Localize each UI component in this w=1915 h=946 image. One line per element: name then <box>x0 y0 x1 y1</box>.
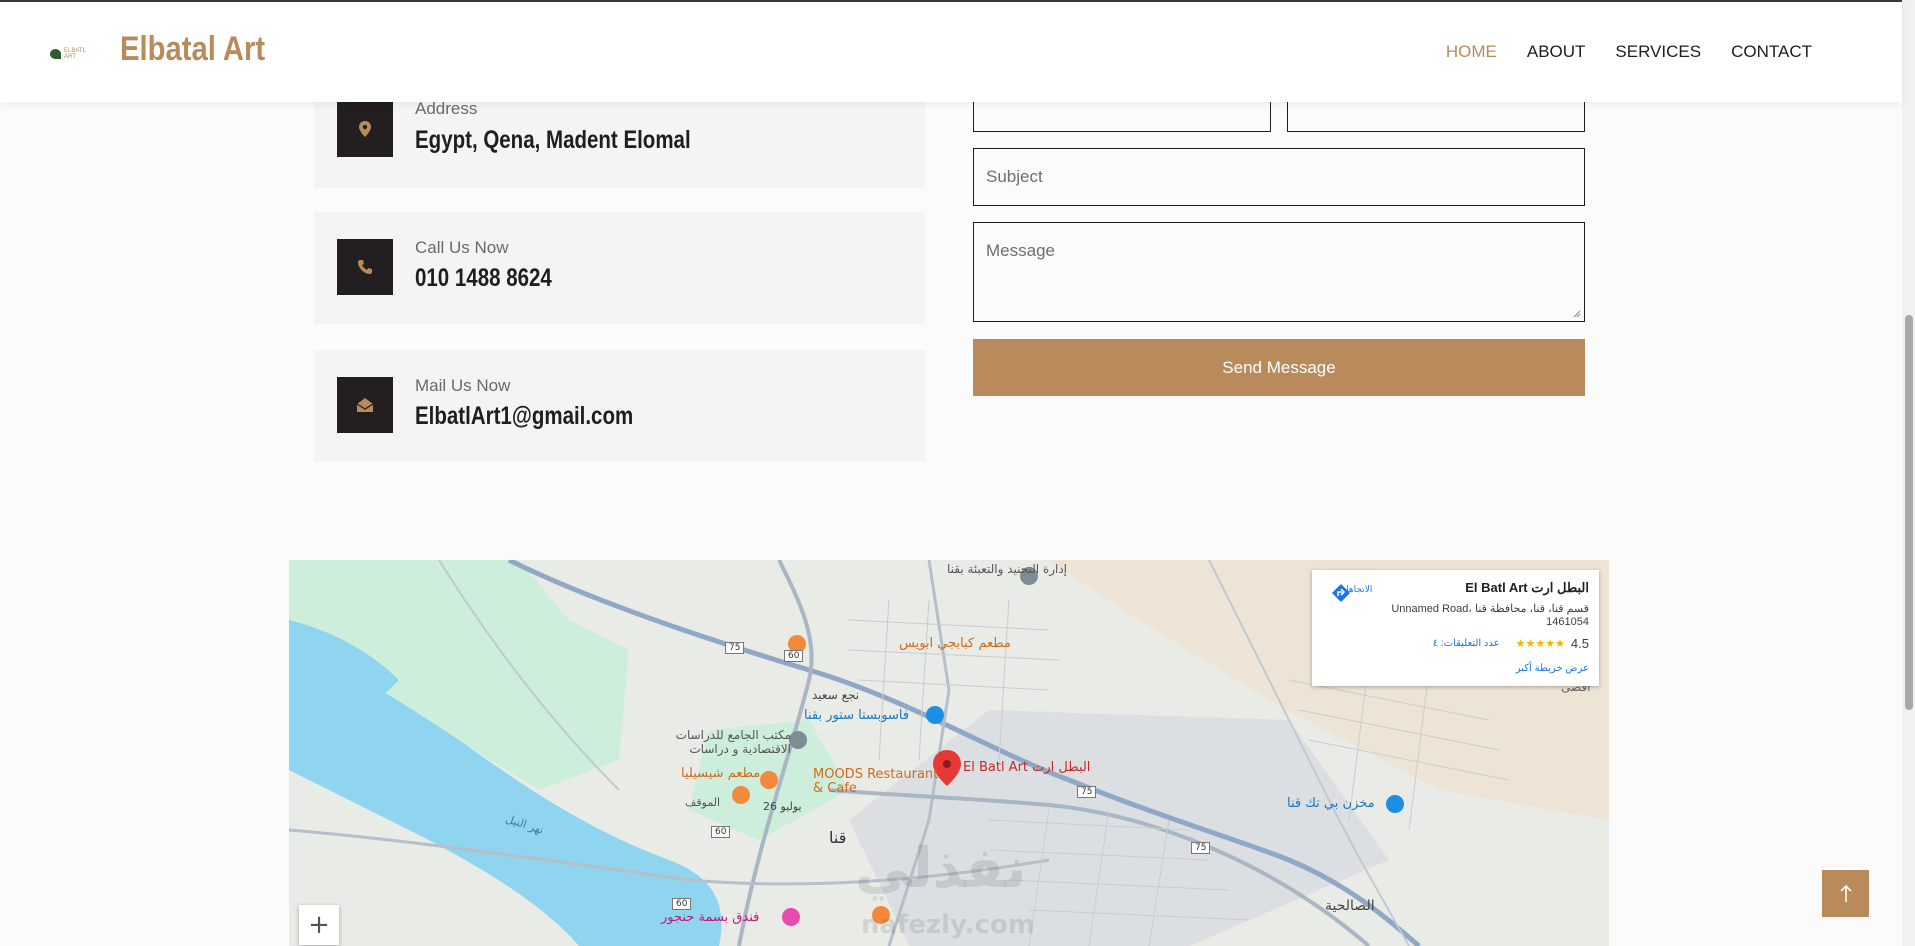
mail-icon-box <box>337 377 393 433</box>
arrow-up-icon <box>1839 884 1852 902</box>
map-label-restaurant1: مطعم كبابجي ابويس <box>899 636 1011 651</box>
map-label-july: 26 يوليو <box>763 800 802 813</box>
mail-card: Mail Us Now ElbatlArt1@gmail.com <box>314 350 925 462</box>
place-title: El Batl Art البطل ارت <box>1465 580 1589 595</box>
message-field[interactable]: Message <box>973 222 1585 322</box>
map-label-moods: MOODS Restaurant & Cafe <box>813 767 939 796</box>
rating-value: 4.5 <box>1570 636 1589 651</box>
map-label-office: مكتب الجامع للدراسات الاقتصادية و دراسات <box>675 728 791 756</box>
directions-link[interactable]: الاتجاهات <box>1330 582 1380 602</box>
watermark-arabic: نفذلي <box>855 836 1027 901</box>
place-rating-row: عدد التعليقات: ٤ ★★★★★ 4.5 <box>1433 636 1589 651</box>
map-pin-icon <box>359 121 371 137</box>
logo-mini-text: ELBATL ART <box>64 48 86 60</box>
road-shield-75-c: 75 <box>1191 842 1211 854</box>
road-shield-75-b: 75 <box>1077 786 1097 798</box>
road-shield-60: 60 <box>784 650 804 662</box>
view-larger-map-link[interactable]: عرض خريطة أكبر <box>1516 663 1589 674</box>
road-shield-60-b: 60 <box>711 826 731 838</box>
address-icon-box <box>337 101 393 157</box>
phone-icon-box <box>337 239 393 295</box>
place-address: Unnamed Road، قسم قنا، قنا، محافظة قنا 1… <box>1391 603 1589 628</box>
scrollbar-thumb[interactable] <box>1905 315 1913 710</box>
logo-mark-icon <box>50 49 61 59</box>
nav-home[interactable]: HOME <box>1446 42 1497 62</box>
subject-placeholder: Subject <box>986 167 1043 186</box>
message-placeholder: Message <box>986 241 1055 260</box>
map-label-salhia: الصالحية <box>1325 898 1375 914</box>
map-label-qena: قنا <box>829 828 847 847</box>
back-to-top-button[interactable] <box>1822 870 1869 917</box>
zoom-in-button[interactable]: + <box>299 905 339 945</box>
map-label-najh: نجع سعيد <box>812 688 860 702</box>
watermark-url: nafezly.com <box>861 910 1035 940</box>
address-value: Egypt, Qena, Madent Elomal <box>415 126 691 154</box>
map-label-store: مخزن بي تك قنا <box>1287 796 1375 811</box>
directions-icon <box>1332 584 1350 602</box>
map-place-card: الاتجاهات El Batl Art البطل ارت Unnamed … <box>1312 570 1599 686</box>
map-label-pin: El Batl Art البطل ارت <box>963 760 1091 775</box>
brand-name[interactable]: Elbatal Art <box>120 30 265 69</box>
road-shield-75: 75 <box>725 642 745 654</box>
logo-image[interactable]: ELBATL ART <box>50 46 96 62</box>
main-nav: HOME ABOUT SERVICES CONTACT <box>1446 42 1812 62</box>
address-label: Address <box>415 99 478 118</box>
map-label-supermarket: فاسوبستا ستور بقنا <box>804 708 910 723</box>
phone-icon <box>358 260 372 274</box>
phone-card: Call Us Now 010 1488 8624 <box>314 212 925 324</box>
site-header: ELBATL ART Elbatal Art HOME ABOUT SERVIC… <box>0 2 1902 102</box>
map-label-restaurant2: مطعم شيسيليا <box>681 766 761 781</box>
send-message-button[interactable]: Send Message <box>973 339 1585 396</box>
subject-field[interactable]: Subject <box>973 148 1585 206</box>
map-label-hotel: فندق بسمة حنجور <box>661 910 760 925</box>
nav-contact[interactable]: CONTACT <box>1731 42 1812 62</box>
resize-handle-icon[interactable] <box>1573 310 1581 318</box>
envelope-open-icon <box>356 398 374 412</box>
road-shield-60-c: 60 <box>672 898 692 910</box>
phone-value[interactable]: 010 1488 8624 <box>415 264 552 293</box>
rating-stars-icon: ★★★★★ <box>1515 638 1565 650</box>
phone-label: Call Us Now <box>415 238 509 257</box>
mail-value[interactable]: ElbatlArt1@gmail.com <box>415 402 633 431</box>
embedded-map[interactable]: إدارة التجنيد والتعبئة بقنا مطعم كبابجي … <box>289 560 1609 946</box>
page-scrollbar[interactable] <box>1902 0 1915 946</box>
mail-label: Mail Us Now <box>415 376 511 395</box>
map-label-admin: إدارة التجنيد والتعبئة بقنا <box>947 562 1067 576</box>
nav-services[interactable]: SERVICES <box>1615 42 1701 62</box>
nav-about[interactable]: ABOUT <box>1527 42 1586 62</box>
map-label-mawqif: الموقف <box>685 796 721 809</box>
reviews-count[interactable]: عدد التعليقات: ٤ <box>1433 638 1500 649</box>
